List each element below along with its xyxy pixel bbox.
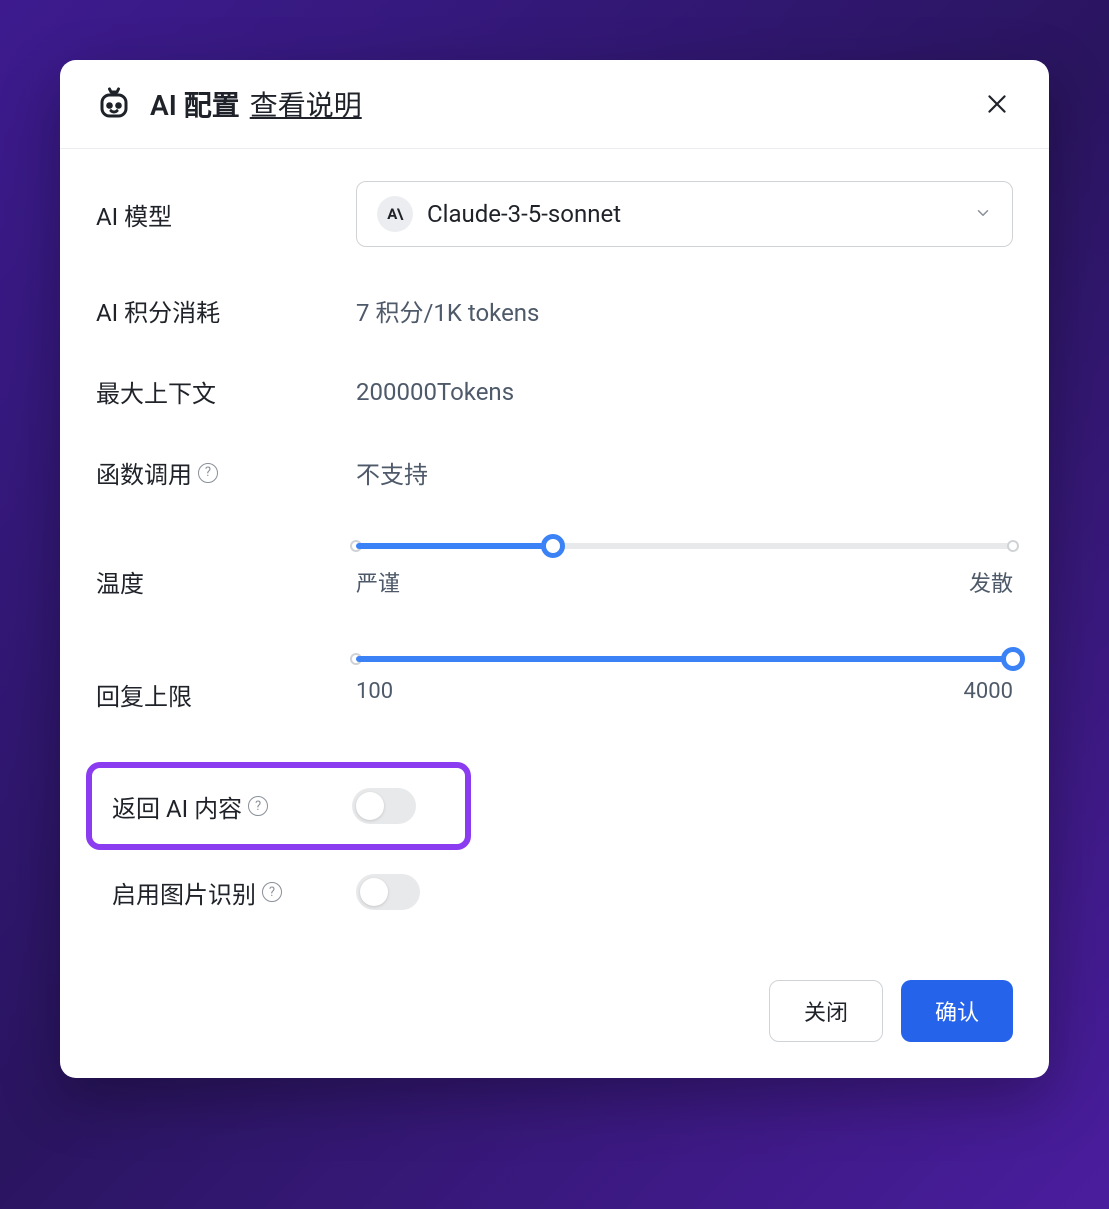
label-function-call: 函数调用 ?	[96, 455, 356, 490]
reply-limit-labels: 100 4000	[356, 679, 1013, 704]
temperature-labels: 严谨 发散	[356, 566, 1013, 598]
row-context: 最大上下文 200000Tokens	[96, 374, 1013, 409]
chevron-down-icon	[974, 200, 992, 228]
label-return-ai: 返回 AI 内容 ?	[112, 789, 352, 824]
model-select-wrap: A\ Claude-3-5-sonnet	[356, 181, 1013, 247]
model-select[interactable]: A\ Claude-3-5-sonnet	[356, 181, 1013, 247]
toggle-knob	[356, 792, 384, 820]
row-image-recognition: 启用图片识别 ?	[96, 874, 1013, 910]
help-icon[interactable]: ?	[198, 463, 218, 483]
modal-header: AI 配置 查看说明	[60, 60, 1049, 149]
value-context: 200000Tokens	[356, 378, 514, 406]
temperature-track	[356, 536, 1013, 556]
row-function-call: 函数调用 ? 不支持	[96, 455, 1013, 490]
label-image-recognition-text: 启用图片识别	[112, 875, 256, 910]
reply-limit-min-label: 100	[356, 679, 393, 704]
close-button[interactable]	[981, 88, 1013, 120]
modal-body: AI 模型 A\ Claude-3-5-sonnet AI 积分消耗 7 积分/…	[60, 149, 1049, 970]
label-temperature: 温度	[96, 536, 356, 599]
label-function-call-text: 函数调用	[96, 455, 192, 490]
row-temperature: 温度 严谨 发散	[96, 536, 1013, 599]
reply-limit-thumb[interactable]	[1001, 647, 1025, 671]
reply-limit-track	[356, 649, 1013, 669]
label-credits: AI 积分消耗	[96, 293, 356, 328]
robot-icon	[96, 86, 132, 122]
ai-config-modal: AI 配置 查看说明 AI 模型 A\ Claude-3-5-sonnet	[60, 60, 1049, 1078]
value-function-call: 不支持	[356, 455, 428, 490]
label-reply-limit: 回复上限	[96, 649, 356, 712]
row-reply-limit: 回复上限 100 4000	[96, 649, 1013, 712]
toggle-knob	[360, 878, 388, 906]
value-credits: 7 积分/1K tokens	[356, 293, 539, 328]
row-credits: AI 积分消耗 7 积分/1K tokens	[96, 293, 1013, 328]
temperature-max-label: 发散	[969, 566, 1013, 598]
view-docs-link[interactable]: 查看说明	[250, 84, 362, 124]
help-icon[interactable]: ?	[262, 882, 282, 902]
label-context: 最大上下文	[96, 374, 356, 409]
close-footer-button[interactable]: 关闭	[769, 980, 883, 1042]
toggle-return-ai[interactable]	[352, 788, 416, 824]
label-model: AI 模型	[96, 197, 356, 232]
temperature-thumb[interactable]	[541, 534, 565, 558]
slider-end-dot	[1007, 540, 1019, 552]
modal-title: AI 配置	[150, 84, 240, 124]
confirm-button[interactable]: 确认	[901, 980, 1013, 1042]
modal-footer: 关闭 确认	[60, 970, 1049, 1078]
highlight-return-ai: 返回 AI 内容 ?	[86, 762, 471, 850]
toggle-image-recognition[interactable]	[356, 874, 420, 910]
label-image-recognition: 启用图片识别 ?	[112, 875, 356, 910]
row-model: AI 模型 A\ Claude-3-5-sonnet	[96, 181, 1013, 247]
ai-badge-icon: A\	[377, 196, 413, 232]
model-value: Claude-3-5-sonnet	[427, 200, 960, 228]
label-return-ai-text: 返回 AI 内容	[112, 789, 242, 824]
reply-limit-slider[interactable]: 100 4000	[356, 649, 1013, 704]
reply-limit-max-label: 4000	[964, 679, 1013, 704]
temperature-min-label: 严谨	[356, 566, 400, 598]
title-group: AI 配置 查看说明	[150, 84, 362, 124]
help-icon[interactable]: ?	[248, 796, 268, 816]
header-left: AI 配置 查看说明	[96, 84, 362, 124]
temperature-slider[interactable]: 严谨 发散	[356, 536, 1013, 598]
